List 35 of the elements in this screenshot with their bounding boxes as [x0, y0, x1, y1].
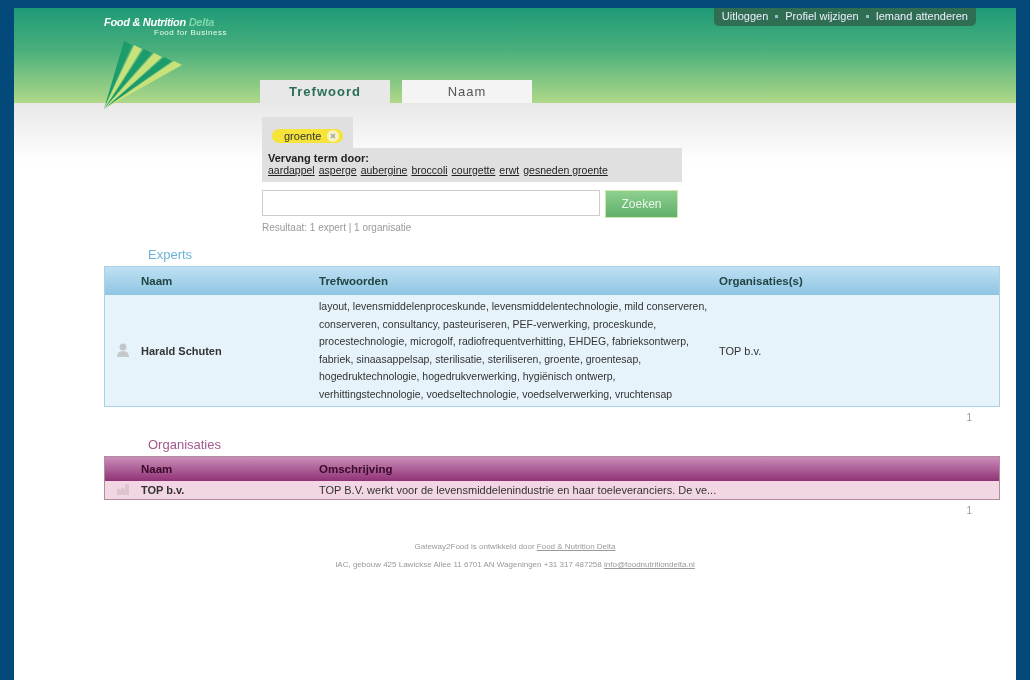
table-cell: Harald Schuten — [141, 295, 319, 407]
result-summary: Resultaat: 1 expert | 1 organisatie — [262, 222, 413, 233]
term-link[interactable]: aubergine — [360, 164, 408, 176]
column-header: Organisaties(s) — [719, 266, 1000, 295]
logo-tagline: Food for Business — [154, 28, 227, 37]
term-link[interactable]: aardappel — [268, 164, 315, 176]
top-link[interactable]: Iemand attenderen — [875, 10, 968, 22]
term-link[interactable]: courgette — [451, 164, 496, 176]
person-icon — [117, 342, 129, 357]
table-cell: TOP b.v. — [141, 481, 319, 500]
tab[interactable]: Trefwoord — [260, 80, 390, 103]
term-link[interactable]: broccoli — [411, 164, 448, 176]
section-title: Experts — [148, 247, 194, 262]
column-header: Omschrijving — [319, 456, 1000, 481]
search-field[interactable] — [262, 190, 600, 216]
top-link[interactable]: Uitloggen — [721, 10, 769, 22]
close-icon[interactable] — [327, 130, 340, 142]
top-link[interactable]: Profiel wijzigen — [785, 10, 859, 22]
table-cell: TOP b.v. — [719, 295, 1000, 407]
table-cell: layout, levensmiddelenproceskunde, levensmiddelentechnologie, mild conserveren, conserveren, consultancy, pasteuriseren, PEF-verwerking, proceskunde, procestechnologie, microgolf, radiofrequentverhitting, EHDEG, fabrieksontwerp, fabriek, sinaasappelsap, sterilisatie, steriliseren, groente, groentesap, hogedruktechnologie, hogedrukverwerking, hygiënisch ontwerp, verhittingstechnologie, voedseltechnologie, voedselverwerking, vruchtensap — [319, 295, 719, 407]
column-header: Naam — [141, 266, 319, 295]
tab[interactable]: Naam — [402, 80, 532, 103]
section-title: Organisaties — [148, 437, 222, 452]
column-header: Naam — [141, 456, 319, 481]
logo-text: Food & Nutrition Delta — [104, 16, 215, 28]
search-term-tag[interactable]: groente — [272, 129, 344, 143]
term-link[interactable]: gesneden groente — [523, 164, 608, 176]
replace-heading: Vervang term door: — [268, 152, 370, 164]
table-cell: TOP B.V. werkt voor de levensmiddelenindustrie en haar toeleveranciers. De ve... — [319, 481, 1000, 500]
term-link[interactable]: asperge — [318, 164, 357, 176]
footer-address: IAC, gebouw 425 Lawickse Allee 11 6701 AN Wageningen +31 317 487258 — [335, 560, 602, 569]
column-header: Trefwoorden — [319, 266, 719, 295]
sun-rays-icon — [104, 39, 184, 109]
footer-credit: Gateway2Food is ontwikkeld door — [414, 542, 535, 551]
term-link[interactable]: erwt — [499, 164, 520, 176]
